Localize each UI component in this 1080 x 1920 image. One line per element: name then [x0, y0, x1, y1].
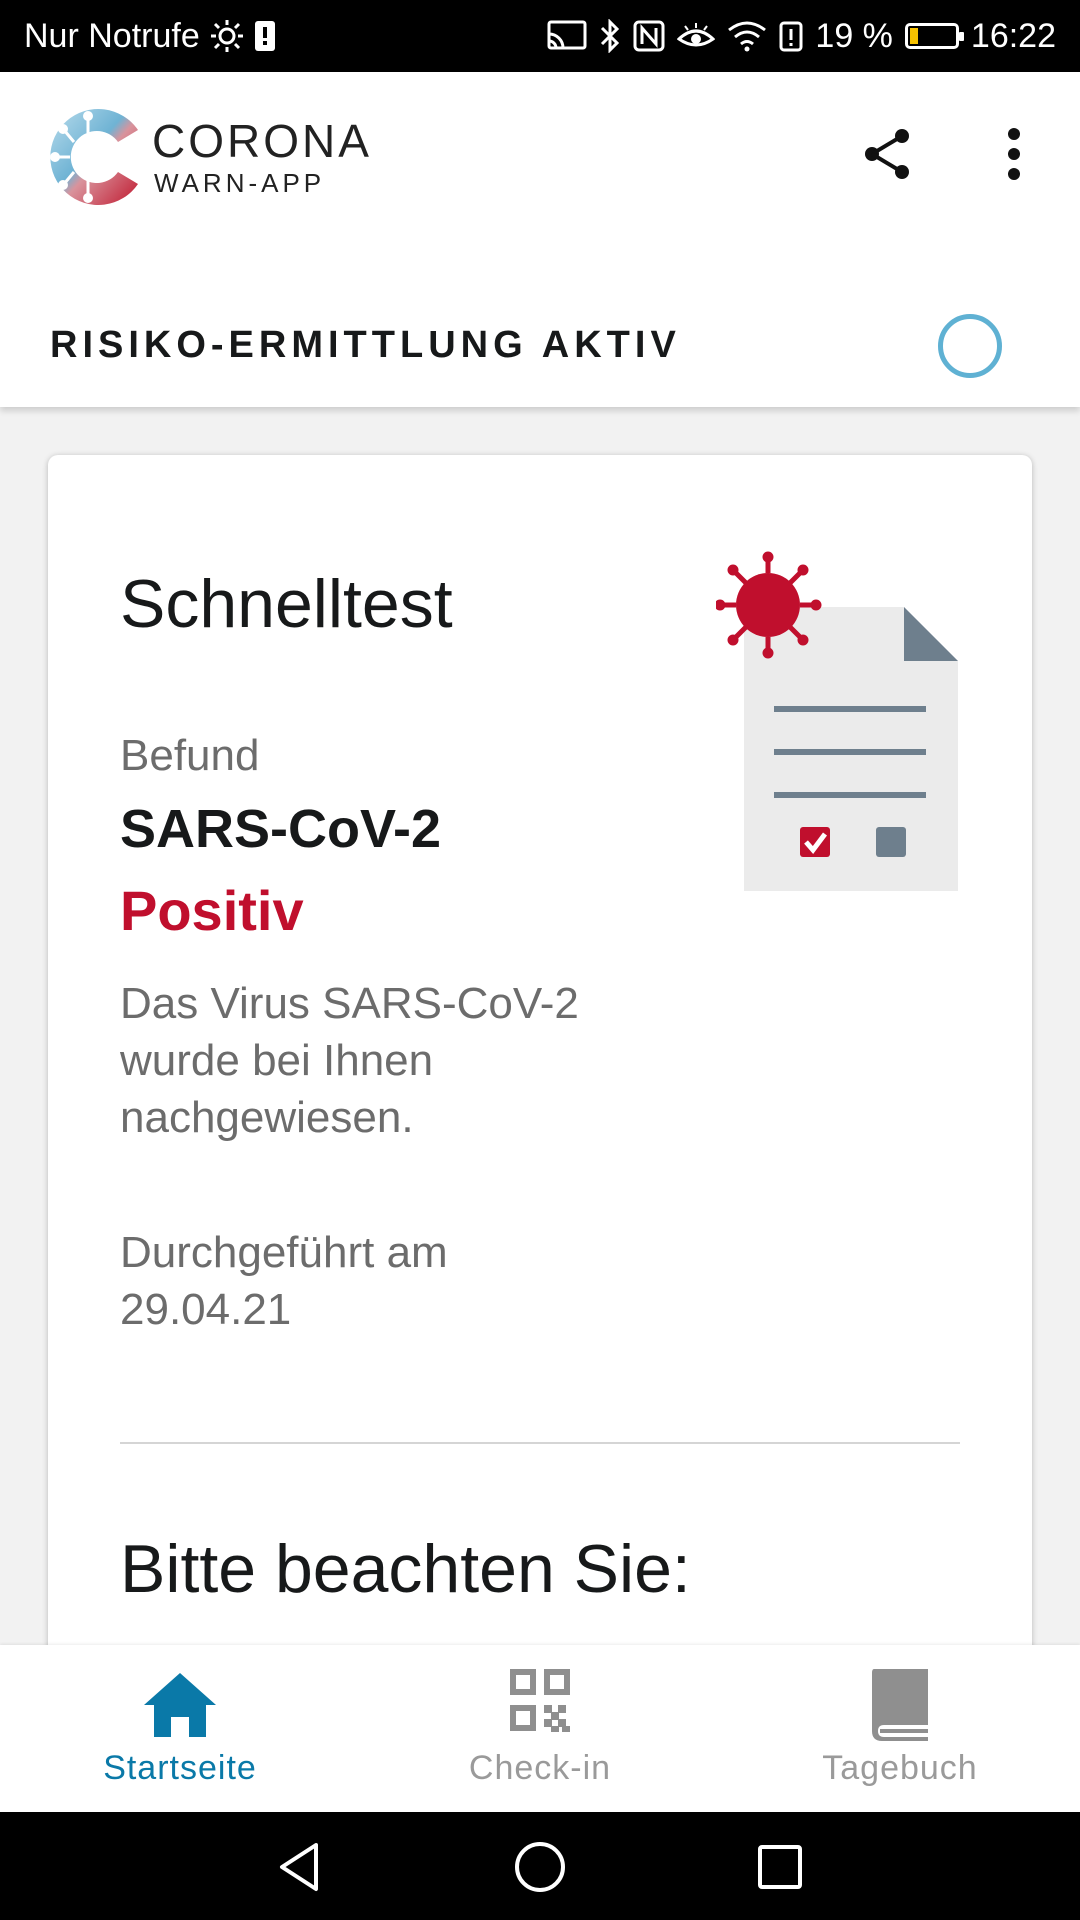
back-icon[interactable]: [272, 1839, 328, 1895]
card-title: Schnelltest: [120, 566, 453, 642]
finding-label: Befund: [120, 731, 260, 780]
system-navigation-bar: [0, 1812, 1080, 1920]
risk-status-indicator-icon: [938, 314, 1002, 378]
result-description: Das Virus SARS-CoV-2 wurde bei Ihnen nac…: [120, 979, 579, 1142]
nav-tab-checkin[interactable]: Check-in: [390, 1645, 690, 1812]
qr-code-icon: [510, 1669, 570, 1732]
share-icon: [865, 129, 909, 179]
nav-tab-home-label: Startseite: [103, 1749, 257, 1787]
sim-alert-icon: [254, 20, 276, 52]
test-result-card[interactable]: Schnelltest Befund SARS-CoV-2 Positiv Da…: [48, 455, 1032, 1755]
performed-label: Durchgeführt am: [120, 1228, 448, 1277]
carrier-text: Nur Notrufe: [24, 16, 200, 55]
more-vert-icon: [1008, 128, 1020, 180]
battery-alert-icon: [779, 20, 803, 52]
corona-logo-icon: [50, 109, 139, 205]
app-logo: CORONA WARN-APP: [46, 102, 376, 217]
nav-tab-diary-label: Tagebuch: [822, 1749, 978, 1787]
nav-tab-diary[interactable]: Tagebuch: [750, 1645, 1050, 1812]
clock-text: 16:22: [970, 16, 1056, 55]
virus-name: SARS-CoV-2: [120, 799, 442, 859]
share-button[interactable]: [858, 124, 918, 184]
test-result-status: Positiv: [120, 879, 304, 942]
notice-heading: Bitte beachten Sie:: [120, 1531, 691, 1607]
recent-apps-icon[interactable]: [752, 1839, 808, 1895]
bottom-navigation: Startseite Check-in Tagebuch: [0, 1645, 1080, 1812]
bluetooth-icon: [599, 19, 621, 53]
logo-subtitle: WARN-APP: [154, 168, 326, 198]
test-document-virus-icon: [716, 551, 958, 891]
risk-status-row[interactable]: RISIKO-ERMITTLUNG AKTIV: [50, 294, 1030, 394]
status-bar: Nur Notrufe 19 % 16:22: [0, 0, 1080, 72]
divider: [120, 1442, 960, 1444]
nav-tab-home[interactable]: Startseite: [30, 1645, 330, 1812]
book-icon: [872, 1669, 928, 1741]
more-options-button[interactable]: [990, 124, 1038, 184]
wifi-icon: [727, 20, 767, 52]
logo-title: CORONA: [152, 115, 372, 167]
eye-comfort-icon: [677, 21, 716, 51]
cast-icon: [547, 20, 587, 52]
brightness-icon: [210, 19, 244, 53]
app-header: CORONA WARN-APP RISIKO-ERMITTLUNG AKTIV: [0, 72, 1080, 407]
home-icon: [144, 1673, 216, 1737]
performed-date: 29.04.21: [120, 1285, 292, 1334]
battery-percent-text: 19 %: [815, 16, 893, 55]
battery-icon: [904, 23, 964, 49]
home-circle-icon[interactable]: [512, 1839, 568, 1895]
nav-tab-checkin-label: Check-in: [468, 1749, 612, 1787]
nfc-icon: [633, 20, 665, 52]
risk-status-label: RISIKO-ERMITTLUNG AKTIV: [50, 324, 681, 366]
